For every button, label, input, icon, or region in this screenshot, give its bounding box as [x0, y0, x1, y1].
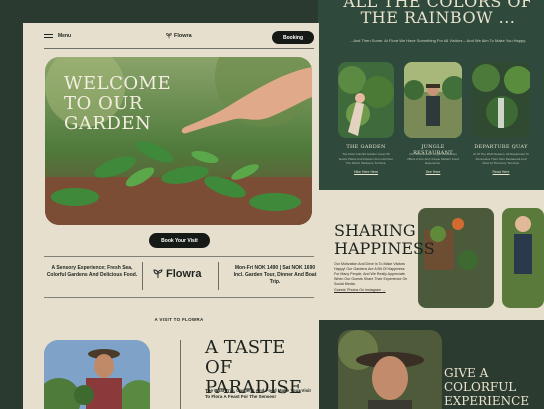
- restaurant-card-link[interactable]: See Here: [405, 170, 461, 174]
- garden-card-text: The Most Colorful Garden Cover 50 Exotic…: [339, 152, 393, 165]
- booking-button[interactable]: Booking: [272, 31, 314, 44]
- info-experience: A Sensory Experience; Fresh Sea, Colorfu…: [46, 265, 138, 278]
- gardener-photo: [338, 330, 442, 409]
- rainbow-title: ALL THE COLORS OF THE RAINBOW ...: [343, 0, 533, 27]
- quay-card-text: At Of The 2020 Season, All Departures To…: [473, 152, 529, 165]
- quay-image: [472, 62, 530, 138]
- quay-card-link[interactable]: Read Here: [473, 170, 529, 174]
- menu-button[interactable]: Menu: [44, 33, 71, 39]
- restaurant-image: [404, 62, 462, 138]
- logo[interactable]: Flowra: [166, 33, 192, 39]
- garden-card-title: THE GARDEN: [346, 144, 386, 150]
- taste-text: The Boat Trip, Gardens And Food Make You…: [205, 388, 311, 399]
- restaurant-card-text: Our Greenhouse Jungle Restaurant Offers …: [407, 152, 459, 165]
- quay-card-image[interactable]: [472, 62, 530, 138]
- info-prices: Mon-Fri NOK 1490 | Sat NOK 1690 Incl. Ga…: [233, 265, 317, 285]
- book-visit-button[interactable]: Book Your Visit: [149, 233, 210, 248]
- info-separator-left: [142, 262, 143, 290]
- visit-separator: [180, 340, 181, 409]
- gardener-photo: [44, 340, 150, 409]
- instagram-link[interactable]: Guests' Photos On Instagram →: [334, 288, 424, 292]
- sprout-icon: [153, 269, 163, 278]
- header-divider: [44, 48, 314, 49]
- info-logo-text: Flowra: [166, 268, 202, 280]
- hamburger-icon: [44, 34, 53, 38]
- colorful-title: GIVE A COLORFUL EXPERIENCE: [444, 366, 530, 408]
- sharing-title: SHARING HAPPINESS: [334, 221, 435, 258]
- quay-card-title: DEPARTURE QUAY: [474, 144, 528, 150]
- sprout-icon: [166, 33, 172, 39]
- info-logo: Flowra: [153, 268, 201, 280]
- rainbow-subtitle: ...And Then Some. At Flora We Have Somet…: [349, 38, 527, 43]
- logo-text: Flowra: [174, 33, 192, 39]
- info-divider-bottom: [44, 297, 314, 298]
- visit-portrait: [44, 340, 150, 409]
- info-divider-top: [44, 256, 314, 257]
- garden-card-image[interactable]: [338, 62, 394, 138]
- gardener-portrait: [338, 330, 442, 409]
- visit-label: A VISIT TO FLOWRA: [154, 317, 204, 322]
- restaurant-card-image[interactable]: [404, 62, 462, 138]
- hero-title: WELCOME TO OUR GARDEN: [64, 73, 172, 134]
- garden-card-link[interactable]: Hike Here Here: [338, 170, 394, 174]
- garden-image: [338, 62, 394, 138]
- sharing-text: Our Motivation And Drive Is To Make Visi…: [334, 262, 408, 286]
- menu-label: Menu: [58, 33, 72, 39]
- info-separator-right: [218, 262, 219, 290]
